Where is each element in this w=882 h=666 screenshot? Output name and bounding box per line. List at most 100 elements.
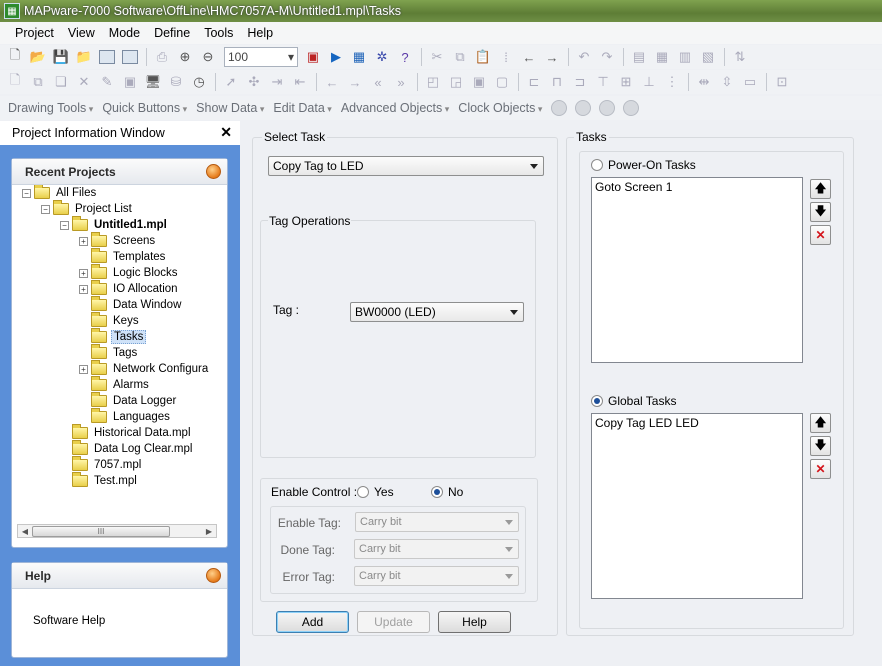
tree-item[interactable]: Alarms [79,376,151,393]
enable-tag-dropdown[interactable]: Carry bit [355,512,519,532]
database-icon[interactable]: ⛁ [165,71,187,93]
close-icon[interactable]: ✕ [220,124,232,141]
delete-button[interactable]: ✕ [810,225,831,245]
upload-icon[interactable] [119,46,141,68]
tree-item[interactable]: + Screens [79,232,157,249]
help-button[interactable]: Help [438,611,511,633]
tree-item[interactable]: Test.mpl [60,472,139,489]
redo-icon[interactable]: ↷ [596,46,618,68]
enable-yes-radio[interactable]: Yes [357,485,394,499]
enable-no-radio[interactable]: No [431,485,463,499]
align-top-icon[interactable]: ⊤ [592,71,614,93]
tool-d-icon[interactable]: ⇤ [289,71,311,93]
align-bottom-icon[interactable]: ⊥ [638,71,660,93]
cut-icon[interactable]: ✂ [426,46,448,68]
dial-object-icon[interactable] [623,100,640,116]
tag-dropdown[interactable]: BW0000 (LED) [350,302,524,322]
arrow-left-icon[interactable]: ← [518,46,540,68]
clock-icon[interactable]: ◷ [188,71,210,93]
error-tag-dropdown[interactable]: Carry bit [354,566,519,586]
tool-c-icon[interactable]: ⇥ [266,71,288,93]
tool-a-icon[interactable]: ➚ [220,71,242,93]
help-icon[interactable]: ? [394,46,416,68]
align-right-icon[interactable]: ⊐ [569,71,591,93]
distribute-icon[interactable]: ⋮ [661,71,683,93]
clock-objects-menu[interactable]: Clock Objects [458,101,542,115]
menu-help[interactable]: Help [240,26,280,40]
edit-data-menu[interactable]: Edit Data [273,101,331,115]
tree-item[interactable]: − Project List [41,200,134,217]
menu-project[interactable]: Project [8,26,61,40]
tree-item[interactable]: + Logic Blocks [79,264,180,281]
open-folder-icon[interactable]: 📂 [27,46,49,68]
tree-item[interactable]: + IO Allocation [79,280,180,297]
expand-icon[interactable]: + [79,284,88,294]
expand-icon[interactable]: + [79,236,88,246]
new-file-icon[interactable]: 🗋 [4,46,26,68]
layout-icon[interactable]: ▥ [674,46,696,68]
nav-left-icon[interactable]: ← [321,71,343,93]
tree-item[interactable]: Templates [79,248,167,265]
select-all-icon[interactable]: ⁞ [495,46,517,68]
tree-item[interactable]: 7057.mpl [60,456,143,473]
collapse-orb-icon[interactable] [206,568,221,583]
advanced-objects-menu[interactable]: Advanced Objects [341,101,449,115]
software-help-link[interactable]: Software Help [33,615,105,627]
layout-alt-icon[interactable]: ▧ [697,46,719,68]
arrow-right-icon[interactable]: → [541,46,563,68]
ungroup-icon[interactable]: ▢ [491,71,513,93]
run-icon[interactable]: ▶ [325,46,347,68]
edit-icon[interactable]: ✎ [96,71,118,93]
bring-front-icon[interactable]: ◰ [422,71,444,93]
move-up-button[interactable]: 🡅 [810,413,831,433]
grid-fine-icon[interactable]: ▦ [651,46,673,68]
align-left-icon[interactable]: ⊏ [523,71,545,93]
save-icon[interactable]: 💾 [50,46,72,68]
tree-item[interactable]: Tasks [79,328,147,345]
meter-object-icon[interactable] [575,100,592,116]
scroll-right-icon[interactable]: ▶ [202,527,216,536]
undo-icon[interactable]: ↶ [573,46,595,68]
screen-props-icon[interactable]: ▣ [119,71,141,93]
zoom-out-icon[interactable]: ⊖ [197,46,219,68]
monitor-icon[interactable]: 🖥 [142,71,164,93]
menu-view[interactable]: View [61,26,102,40]
tree-item[interactable]: + Network Configura [79,360,210,377]
list-item[interactable]: Goto Screen 1 [595,180,799,194]
done-tag-dropdown[interactable]: Carry bit [354,539,519,559]
move-up-button[interactable]: 🡅 [810,179,831,199]
send-back-icon[interactable]: ◲ [445,71,467,93]
alarm-object-icon[interactable] [551,100,568,116]
expand-icon[interactable]: + [79,364,88,374]
menu-tools[interactable]: Tools [197,26,240,40]
tree-item[interactable]: Data Window [79,296,183,313]
nav-first-icon[interactable]: « [367,71,389,93]
tree-item[interactable]: − Untitled1.mpl [60,216,169,233]
sort-icon[interactable]: ⇅ [729,46,751,68]
expand-icon[interactable]: + [79,268,88,278]
move-down-button[interactable]: 🡇 [810,202,831,222]
download-icon[interactable] [96,46,118,68]
select-task-dropdown[interactable]: Copy Tag to LED [268,156,544,176]
nav-right-icon[interactable]: → [344,71,366,93]
gauge-object-icon[interactable] [599,100,616,116]
zoom-combo[interactable]: 100 ▾ [224,47,298,67]
add-button[interactable]: Add [276,611,349,633]
delete-button[interactable]: ✕ [810,459,831,479]
tree-item[interactable]: Data Log Clear.mpl [60,440,194,457]
scroll-thumb[interactable]: III [32,525,170,537]
move-down-button[interactable]: 🡇 [810,436,831,456]
drawing-tools-menu[interactable]: Drawing Tools [8,101,93,115]
tree-item[interactable]: Data Logger [79,392,178,409]
quick-buttons-menu[interactable]: Quick Buttons [102,101,187,115]
same-size-icon[interactable]: ▭ [739,71,761,93]
tree-item[interactable]: Tags [79,344,139,361]
delete-page-icon[interactable]: ✕ [73,71,95,93]
update-button[interactable]: Update [357,611,430,633]
tree-item[interactable]: Languages [79,408,172,425]
power-on-tasks-radio[interactable]: Power-On Tasks [591,158,696,172]
zoom-in-icon[interactable]: ⊕ [174,46,196,68]
nav-last-icon[interactable]: » [390,71,412,93]
collapse-icon[interactable]: − [22,188,31,198]
scroll-left-icon[interactable]: ◀ [18,527,32,536]
